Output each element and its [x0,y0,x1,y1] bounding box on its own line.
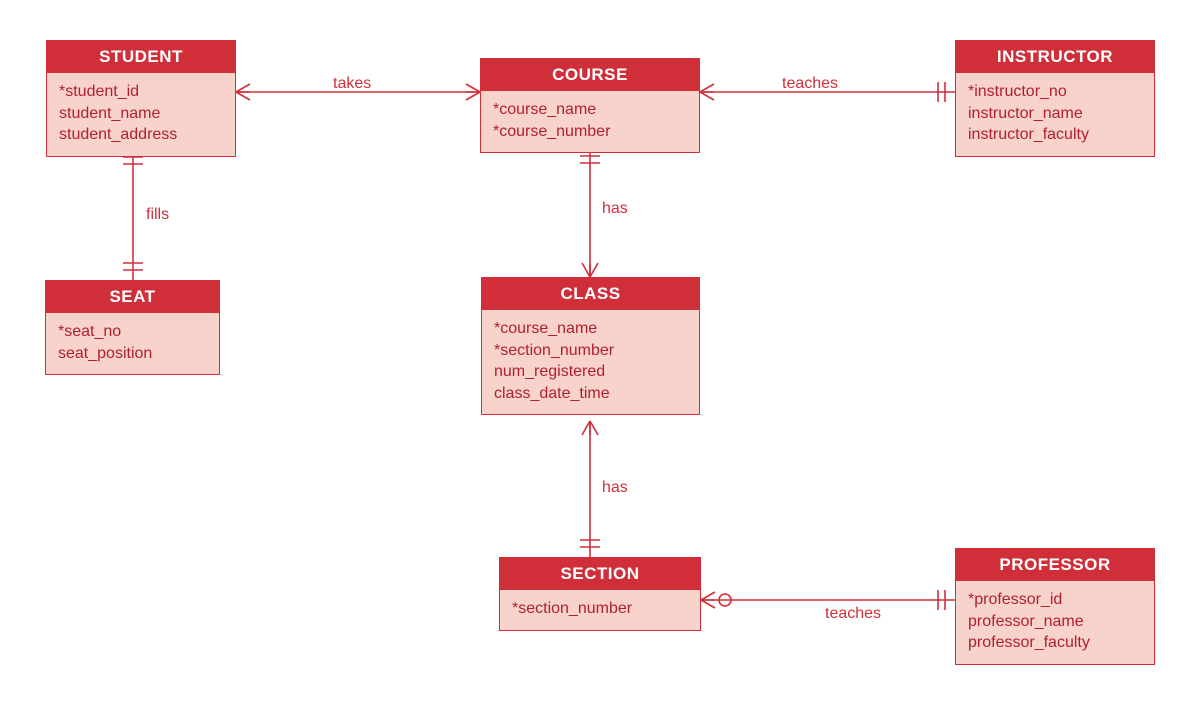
rel-label-fills: fills [146,206,169,224]
attr: *student_id [59,81,225,103]
entity-seat-body: *seat_no seat_position [46,313,219,374]
rel-label-has-class: has [602,200,628,218]
entity-instructor-title: INSTRUCTOR [956,41,1154,73]
entity-student-body: *student_id student_name student_address [47,73,235,156]
entity-professor-body: *professor_id professor_name professor_f… [956,581,1154,664]
entity-section: SECTION *section_number [499,557,701,631]
er-diagram-canvas: takes teaches fills has has teaches STUD… [0,0,1201,724]
attr: *instructor_no [968,81,1144,103]
entity-class-body: *course_name *section_number num_registe… [482,310,699,414]
attr: instructor_name [968,103,1144,125]
attr: seat_position [58,343,209,365]
attr: student_address [59,124,225,146]
attr: class_date_time [494,383,689,405]
entity-student: STUDENT *student_id student_name student… [46,40,236,157]
attr: *course_name [494,318,689,340]
entity-course-title: COURSE [481,59,699,91]
attr: *course_number [493,121,689,143]
attr: instructor_faculty [968,124,1144,146]
attr: num_registered [494,361,689,383]
attr: *course_name [493,99,689,121]
entity-professor-title: PROFESSOR [956,549,1154,581]
entity-instructor: INSTRUCTOR *instructor_no instructor_nam… [955,40,1155,157]
entity-course-body: *course_name *course_number [481,91,699,152]
entity-seat-title: SEAT [46,281,219,313]
entity-section-title: SECTION [500,558,700,590]
attr: *section_number [512,598,690,620]
attr: professor_faculty [968,632,1144,654]
rel-label-has-section: has [602,479,628,497]
entity-class-title: CLASS [482,278,699,310]
attr: professor_name [968,611,1144,633]
entity-student-title: STUDENT [47,41,235,73]
attr: student_name [59,103,225,125]
entity-professor: PROFESSOR *professor_id professor_name p… [955,548,1155,665]
entity-seat: SEAT *seat_no seat_position [45,280,220,375]
attr: *seat_no [58,321,209,343]
rel-label-takes: takes [333,75,371,93]
attr: *professor_id [968,589,1144,611]
rel-label-teaches-instructor: teaches [782,75,838,93]
entity-instructor-body: *instructor_no instructor_name instructo… [956,73,1154,156]
attr: *section_number [494,340,689,362]
entity-course: COURSE *course_name *course_number [480,58,700,153]
entity-section-body: *section_number [500,590,700,630]
entity-class: CLASS *course_name *section_number num_r… [481,277,700,415]
rel-label-teaches-professor: teaches [825,605,881,623]
